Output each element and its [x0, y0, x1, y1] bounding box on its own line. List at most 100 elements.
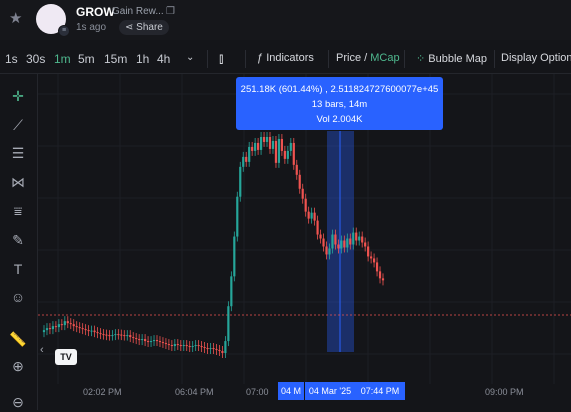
timeframe-4h[interactable]: 4h [157, 52, 170, 66]
candles-icon[interactable]: ⫾ [219, 50, 223, 67]
candle-body [233, 236, 236, 277]
price-mcap-toggle[interactable]: Price / MCap [336, 52, 400, 64]
candle-body [167, 344, 170, 346]
display-options-button[interactable]: Display Options [501, 52, 571, 64]
text-icon[interactable]: T [8, 259, 28, 279]
candle-body [170, 345, 173, 347]
chain-badge-icon: ≡ [58, 25, 70, 37]
timeframe-15m[interactable]: 15m [104, 52, 127, 66]
chevron-left-icon[interactable]: ‹ [40, 344, 44, 356]
candle-body [206, 348, 209, 350]
candle-body [60, 324, 63, 326]
candle-body [54, 326, 57, 328]
bubble-map-button[interactable]: ⁘ Bubble Map [416, 52, 487, 65]
candle-body [310, 212, 313, 219]
share-button[interactable]: ⋖ Share [119, 20, 169, 35]
candle-body [161, 342, 165, 344]
candle-body [84, 329, 87, 331]
candle-body [69, 323, 72, 325]
candle-body [200, 346, 203, 348]
candle-body [367, 246, 370, 257]
x-highlight-end: 07:44 PM [355, 382, 405, 400]
candle-body [158, 341, 162, 343]
candle-body [227, 306, 230, 342]
candle-body [337, 244, 340, 249]
candle-body [358, 236, 361, 241]
toolbar-divider [207, 50, 208, 68]
timeframe-30s[interactable]: 30s [26, 52, 45, 66]
candle-body [254, 142, 257, 151]
candle-body [75, 326, 78, 328]
copy-icon[interactable]: ❐ [166, 6, 175, 17]
timeframe-1m[interactable]: 1m [54, 52, 71, 66]
candle-body [81, 328, 84, 330]
timeframe-1h[interactable]: 1h [136, 52, 149, 66]
zoom-icon[interactable]: ⊕ [8, 356, 28, 376]
candle-body [114, 334, 117, 336]
toolbar-divider [494, 50, 495, 68]
toolbar-divider [404, 50, 405, 68]
settings-icon[interactable]: ⊖ [8, 392, 28, 412]
candle-body [78, 327, 81, 329]
candle-body [286, 150, 289, 159]
candle-body [301, 188, 304, 199]
candle-body [182, 345, 185, 347]
candle-body [48, 328, 52, 330]
candle-body [173, 344, 176, 347]
candle-body [117, 334, 120, 336]
indicators-button[interactable]: ƒ Indicators [257, 52, 314, 64]
candle-body [144, 339, 147, 342]
candle-body [185, 345, 188, 347]
candle-body [265, 136, 269, 142]
candle-body [242, 156, 245, 167]
emoji-icon[interactable]: ☺ [8, 287, 28, 307]
chevron-down-icon[interactable]: ⌄ [186, 52, 194, 63]
tooltip-change: 251.18K (601.44%) , 2.511824727600077e+4… [240, 84, 439, 95]
candle-body [102, 334, 105, 336]
fib-icon[interactable]: ☰ [8, 143, 28, 163]
candle-body [146, 341, 150, 343]
candle-body [149, 341, 153, 343]
trendline-icon[interactable]: ⟋ [8, 115, 28, 135]
candle-body [378, 271, 382, 279]
token-ticker: GROW [76, 5, 115, 19]
tradingview-logo: TV [55, 349, 77, 365]
chart-toolbar: 1s 30s 1m 5m 15m 1h 4h ⌄ ⫾ ƒ Indicators … [0, 45, 571, 74]
measure-lines-icon[interactable]: ⩸ [8, 201, 28, 221]
candle-body [123, 335, 126, 337]
pattern-icon[interactable]: ⋈ [8, 172, 28, 192]
candle-body [289, 142, 292, 151]
candle-body [120, 334, 123, 336]
x-highlight-date: 04 Mar '25 [305, 382, 355, 400]
price-label: Price [336, 52, 362, 64]
toolbar-divider [328, 50, 329, 68]
candle-body [221, 351, 224, 354]
candle-body [197, 345, 200, 347]
candle-body [93, 330, 96, 333]
candle-body [42, 330, 46, 333]
crosshair-icon[interactable]: ✛ [8, 86, 28, 106]
candle-body [164, 343, 168, 345]
candle-body [307, 211, 310, 219]
share-icon: ⋖ [125, 22, 137, 33]
timeframe-1s[interactable]: 1s [5, 52, 18, 66]
timeframe-5m[interactable]: 5m [78, 52, 95, 66]
candle-body [372, 258, 376, 263]
brush-icon[interactable]: ✎ [8, 230, 28, 250]
mcap-label: MCap [370, 52, 400, 64]
function-icon: ƒ [257, 52, 267, 64]
share-label: Share [136, 22, 163, 33]
candle-body [346, 238, 349, 248]
candle-body [375, 262, 379, 272]
candle-body [370, 256, 373, 259]
candle-body [236, 196, 239, 237]
candle-body [51, 326, 55, 330]
star-icon[interactable]: ★ [9, 9, 22, 27]
candle-body [340, 240, 343, 249]
candle-body [280, 138, 283, 151]
drawing-toolbar: ✛ ⟋ ☰ ⋈ ⩸ ✎ T ☺ 📏 ⊕ ⊖ [0, 74, 38, 410]
candle-body [364, 242, 367, 247]
candle-body [155, 340, 159, 342]
ruler-icon[interactable]: 📏 [8, 329, 28, 349]
candle-body [319, 234, 322, 239]
